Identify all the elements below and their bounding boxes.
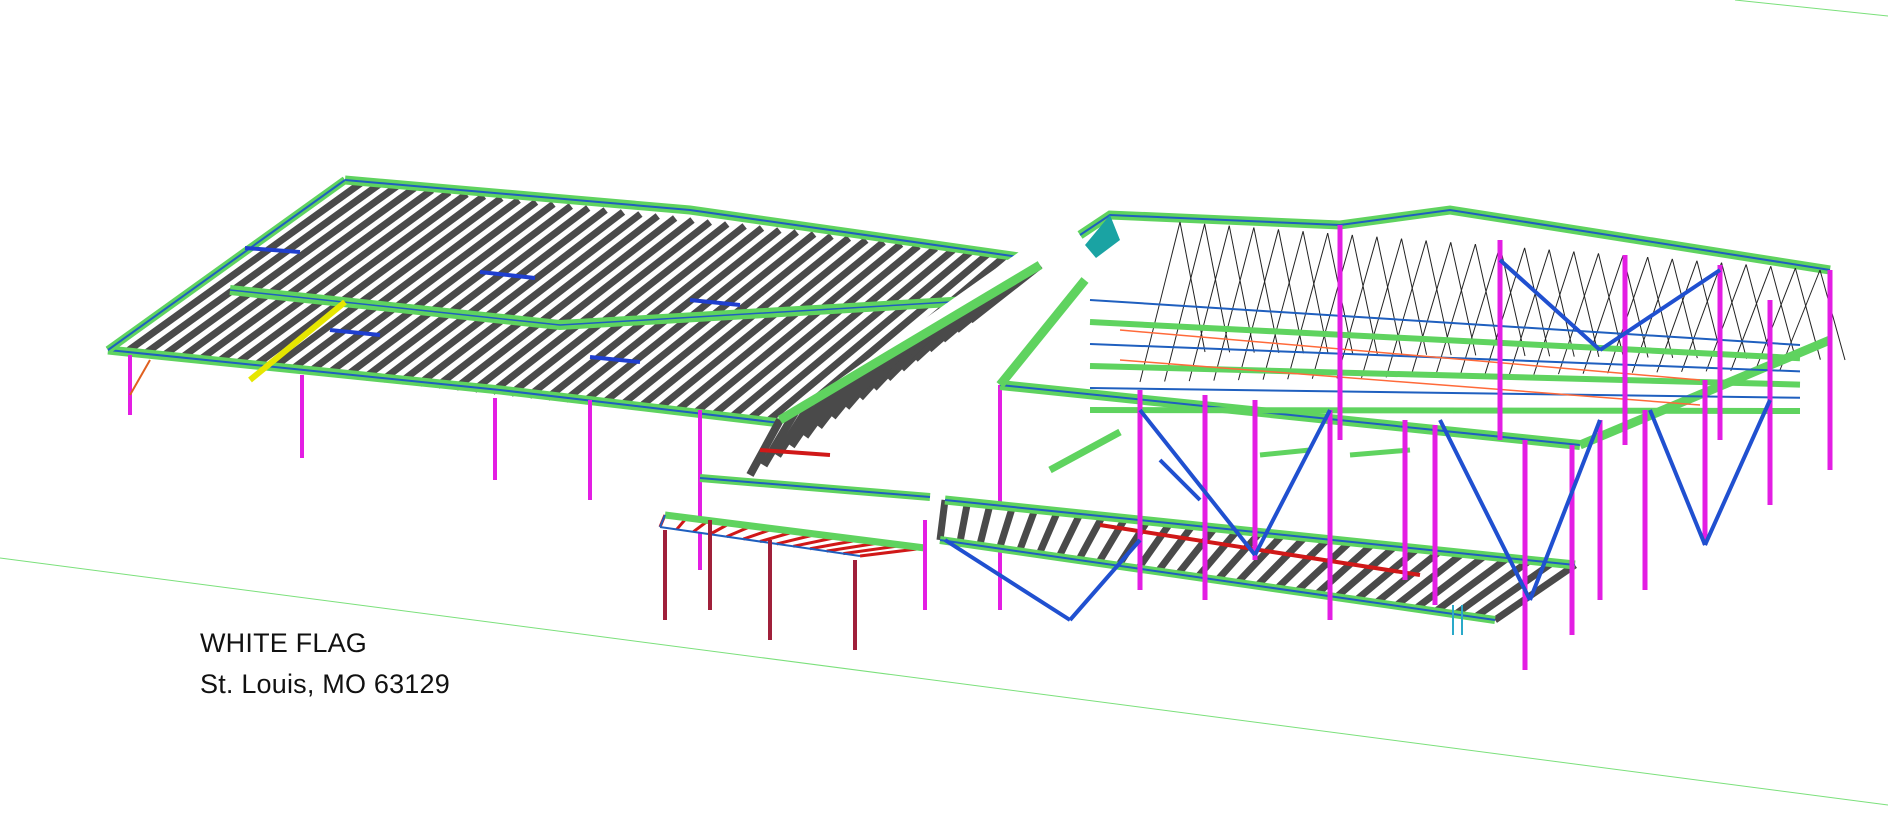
project-location-label: St. Louis, MO 63129 — [200, 669, 450, 699]
truss-web — [1721, 262, 1748, 359]
brace — [1703, 399, 1772, 546]
truss-web — [1573, 251, 1600, 358]
floor-beam — [1089, 363, 1801, 388]
brace — [1648, 409, 1707, 546]
brace — [1498, 258, 1602, 352]
truss-web — [1647, 256, 1674, 358]
truss-web — [1745, 264, 1772, 360]
structural-model-view — [0, 0, 1888, 806]
truss-web — [1671, 258, 1698, 359]
right-building-framing — [936, 205, 1846, 635]
grid-line — [1734, 0, 1888, 17]
truss-web — [1139, 221, 1181, 383]
truss-web — [1548, 249, 1575, 357]
brace — [129, 359, 151, 396]
floor-beam — [1089, 407, 1801, 414]
floor-joist — [936, 499, 949, 541]
project-name-label: WHITE FLAG — [200, 628, 368, 658]
